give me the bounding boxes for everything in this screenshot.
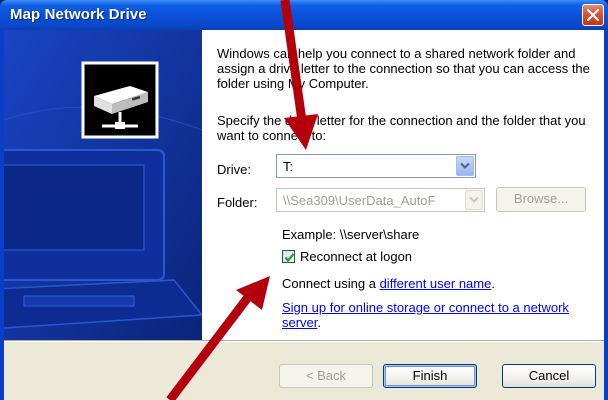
specify-text: Specify the drive letter for the connect… bbox=[217, 113, 586, 143]
close-button[interactable] bbox=[582, 4, 604, 26]
folder-value: \\Sea309\UserData_AutoF bbox=[283, 193, 436, 208]
connect-using-prefix: Connect using a bbox=[282, 276, 380, 291]
wizard-banner bbox=[4, 30, 202, 340]
footer-divider bbox=[4, 340, 604, 342]
signup-suffix: . bbox=[317, 315, 322, 330]
example-text: Example: \\server\share bbox=[282, 227, 420, 242]
drive-select[interactable]: T: bbox=[276, 154, 476, 178]
connect-using-text: Connect using a different user name. bbox=[282, 276, 495, 291]
back-button[interactable]: < Back bbox=[279, 364, 373, 388]
dialog-client-area: Windows can help you connect to a shared… bbox=[4, 30, 604, 400]
drive-value: T: bbox=[283, 159, 294, 174]
map-network-drive-window: Map Network Drive Windows can help you c… bbox=[0, 0, 608, 400]
network-drive-icon bbox=[81, 61, 159, 139]
finish-button[interactable]: Finish bbox=[383, 364, 477, 388]
title-bar[interactable]: Map Network Drive bbox=[0, 0, 608, 30]
checkmark-icon bbox=[284, 253, 295, 263]
folder-combo[interactable]: \\Sea309\UserData_AutoF bbox=[276, 188, 485, 212]
close-icon bbox=[587, 9, 599, 21]
browse-button[interactable]: Browse... bbox=[496, 187, 586, 212]
signup-storage-link[interactable]: Sign up for online storage or connect to… bbox=[282, 300, 569, 330]
connect-using-suffix: . bbox=[491, 276, 495, 291]
drive-dropdown-button[interactable] bbox=[456, 156, 474, 176]
wizard-content: Windows can help you connect to a shared… bbox=[202, 30, 604, 340]
dropdown-arrow-icon bbox=[469, 196, 479, 203]
folder-label: Folder: bbox=[217, 195, 258, 210]
window-title: Map Network Drive bbox=[10, 6, 147, 23]
cancel-button[interactable]: Cancel bbox=[502, 364, 596, 388]
folder-dropdown-button[interactable] bbox=[465, 190, 483, 210]
intro-text: Windows can help you connect to a shared… bbox=[217, 46, 590, 91]
dropdown-arrow-icon bbox=[460, 162, 470, 169]
signup-text: Sign up for online storage or connect to… bbox=[282, 300, 582, 330]
reconnect-label: Reconnect at logon bbox=[300, 249, 413, 264]
drive-label: Drive: bbox=[217, 162, 251, 177]
different-user-name-link[interactable]: different user name bbox=[380, 276, 492, 291]
reconnect-checkbox[interactable] bbox=[282, 250, 295, 263]
